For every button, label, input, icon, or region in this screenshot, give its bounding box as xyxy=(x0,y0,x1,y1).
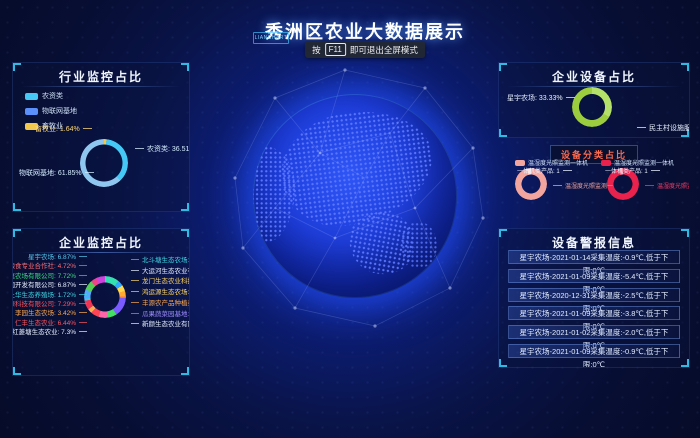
industry-donut-chart[interactable] xyxy=(80,139,128,187)
alarm-row: 星宇农场-2021-01-02采集温度:-2.0℃,低于下限:0℃ xyxy=(508,325,680,339)
enterprise-donut-chart[interactable] xyxy=(84,276,126,318)
device-alarm-panel: 设备警报信息 星宇农场-2021-01-14采集温度:-0.9℃,低于下限:0℃… xyxy=(498,228,690,368)
donut-label: 上华生态养殖场: 1.72% xyxy=(12,293,87,300)
label-text: 丰源农产品种植养殖场: 1. xyxy=(142,300,190,307)
corner-bracket xyxy=(681,229,689,237)
donut-label: 李园生态农场: 3.42% xyxy=(15,311,87,318)
category-callout: 一体机类产品: 1 xyxy=(605,166,660,175)
label-text: 大运河生态农业有限责任公 xyxy=(142,268,190,275)
alarm-row: 星宇农场-2020-12-31采集温度:-2.5℃,低于下限:0℃ xyxy=(508,288,680,302)
donut-label: 家庭农场有限公司: 7.72% xyxy=(12,274,87,281)
brand-logo: LIANCHART xyxy=(253,32,289,44)
device-ratio-panel: 企业设备占比 星宇农场: 33.33% 民主村设施服务中心: xyxy=(498,62,690,138)
corner-bracket xyxy=(181,63,189,71)
label-text: 星宇农场: 6.87% xyxy=(28,254,76,261)
label-text: 新颜生态农业有限公司: 6.87% xyxy=(142,321,190,328)
title-divider xyxy=(21,86,181,87)
label-text: 龙门生态农业科技有限公 xyxy=(142,278,190,285)
corner-bracket xyxy=(499,63,507,71)
industry-monitor-panel: 行业监控占比 农资类物联网基地畜牧业 畜牧业: 1.64% 农资类: 36.51… xyxy=(12,62,190,212)
category-callout: 温湿度光照监测一 xyxy=(553,181,613,190)
label-text: 红菱塘生态农业: 7.3% xyxy=(12,329,76,336)
enterprise-left-labels: 星宇农场: 6.87% 斜桥粮食专业合作社: 4.72% 家庭农场有限公司: 7.7… xyxy=(15,229,87,376)
category-callout: 一体机类产品: 1 xyxy=(517,166,572,175)
donut-label: 鸿运源生态农场: 4.29% xyxy=(131,290,190,297)
globe-continent xyxy=(275,103,440,233)
fullscreen-exit-tooltip: 按 F11 即可退出全屏模式 xyxy=(305,41,425,58)
donut-label: 星宇农场: 6.87% xyxy=(28,255,87,262)
donut-label: 民主村设施服务中心: xyxy=(637,123,690,133)
corner-bracket xyxy=(499,359,507,367)
corner-bracket xyxy=(13,63,21,71)
corner-bracket xyxy=(681,63,689,71)
corner-bracket xyxy=(13,203,21,211)
label-text: 仁丰生态农业: 6.44% xyxy=(15,320,76,327)
label-text: 农资类 xyxy=(42,91,63,101)
corner-bracket xyxy=(681,359,689,367)
corner-bracket xyxy=(181,203,189,211)
corner-bracket xyxy=(499,229,507,237)
alarm-row: 星宇农场-2021-01-09采集温度:-3.8℃,低于下限:0℃ xyxy=(508,306,680,320)
device-donut-chart[interactable] xyxy=(572,87,612,127)
corner-bracket xyxy=(499,129,507,137)
alarm-row: 星宇农场-2021-01-14采集温度:-0.9℃,低于下限:0℃ xyxy=(508,250,680,264)
legend-item[interactable]: 农资类 xyxy=(25,91,77,101)
legend-swatch xyxy=(25,93,38,100)
enterprise-right-labels: 北斗塘生态农场: 11.16% 大运河生态农业有限责任公龙门生态农业科技有限公鸿运… xyxy=(131,229,190,376)
label-text: 北斗塘生态农场: 11.16% xyxy=(142,257,190,264)
donut-label: 北斗塘生态农场: 11.16% xyxy=(131,258,190,265)
tooltip-prefix: 按 xyxy=(312,44,321,56)
legend-swatch xyxy=(515,160,525,166)
donut-label: 星宇农场: 33.33% xyxy=(507,93,575,103)
label-text: 瓜果蔬菜园基地: 15.02% xyxy=(142,311,190,318)
label-text: 斜桥粮食专业合作社: 4.72% xyxy=(12,263,76,270)
label-text: 国开发有限公司: 6.87% xyxy=(12,282,76,289)
label-text: 上华生态养殖场: 1.72% xyxy=(12,292,76,299)
donut-label: 物联网基地: 61.85% xyxy=(19,168,94,178)
donut-label: 农资类: 36.51% xyxy=(135,144,190,154)
donut-label: 中绿科技有限公司: 7.29% xyxy=(12,302,87,309)
label-text: 家庭农场有限公司: 7.72% xyxy=(12,273,76,280)
label-text: 中绿科技有限公司: 7.29% xyxy=(12,301,76,308)
donut-label: 仁丰生态农业: 6.44% xyxy=(15,321,87,328)
label-text: 鸿运源生态农场: 4.29% xyxy=(142,289,190,296)
donut-label: 红菱塘生态农业: 7.3% xyxy=(12,330,87,337)
globe-continent xyxy=(401,222,437,268)
donut-label: 斜桥粮食专业合作社: 4.72% xyxy=(12,264,87,271)
alarm-list: 星宇农场-2021-01-14采集温度:-0.9℃,低于下限:0℃ 星宇农场-20… xyxy=(508,229,680,367)
donut-label: 瓜果蔬菜园基地: 15.02% xyxy=(131,312,190,319)
device-category-panel: 设备分类占比 温湿度光照监测一体机 一体机类产品: 1 温湿度光照监测一 温湿度… xyxy=(498,142,690,218)
alarm-row: 星宇农场-2021-01-09采集温度:-0.9℃,低于下限:0℃ xyxy=(508,344,680,358)
tooltip-suffix: 即可退出全屏模式 xyxy=(350,44,418,56)
enterprise-monitor-panel: 企业监控占比 星宇农场: 6.87%斜桥粮食专业合作社: 4.72%家庭农场有限… xyxy=(12,228,190,376)
legend-swatch xyxy=(25,108,38,115)
panel-title: 行业监控占比 xyxy=(13,68,189,85)
donut-label: 新颜生态农业有限公司: 6.87% xyxy=(131,322,190,329)
label-text: 李园生态农场: 3.42% xyxy=(15,310,76,317)
donut-label: 丰源农产品种植养殖场: 1. xyxy=(131,301,190,308)
label-text: 物联网基地 xyxy=(42,106,77,116)
donut-label: 龙门生态农业科技有限公 xyxy=(131,279,190,286)
legend-item[interactable]: 物联网基地 xyxy=(25,106,77,116)
dashboard-stage: LIANCHART 秀洲区农业大数据展示 按 F11 即可退出全屏模式 xyxy=(0,0,700,438)
alarm-row: 星宇农场-2021-01-09采集温度:-5.4℃,低于下限:0℃ xyxy=(508,269,680,283)
legend-swatch xyxy=(601,160,611,166)
panel-title: 企业设备占比 xyxy=(499,68,689,85)
f11-keycap: F11 xyxy=(325,43,346,56)
donut-label: 大运河生态农业有限责任公 xyxy=(131,269,190,276)
globe xyxy=(253,94,457,298)
category-callout: 温湿度光照监测一 xyxy=(645,181,690,190)
donut-label: 国开发有限公司: 6.87% xyxy=(12,283,87,290)
donut-label: 畜牧业: 1.64% xyxy=(35,124,92,134)
